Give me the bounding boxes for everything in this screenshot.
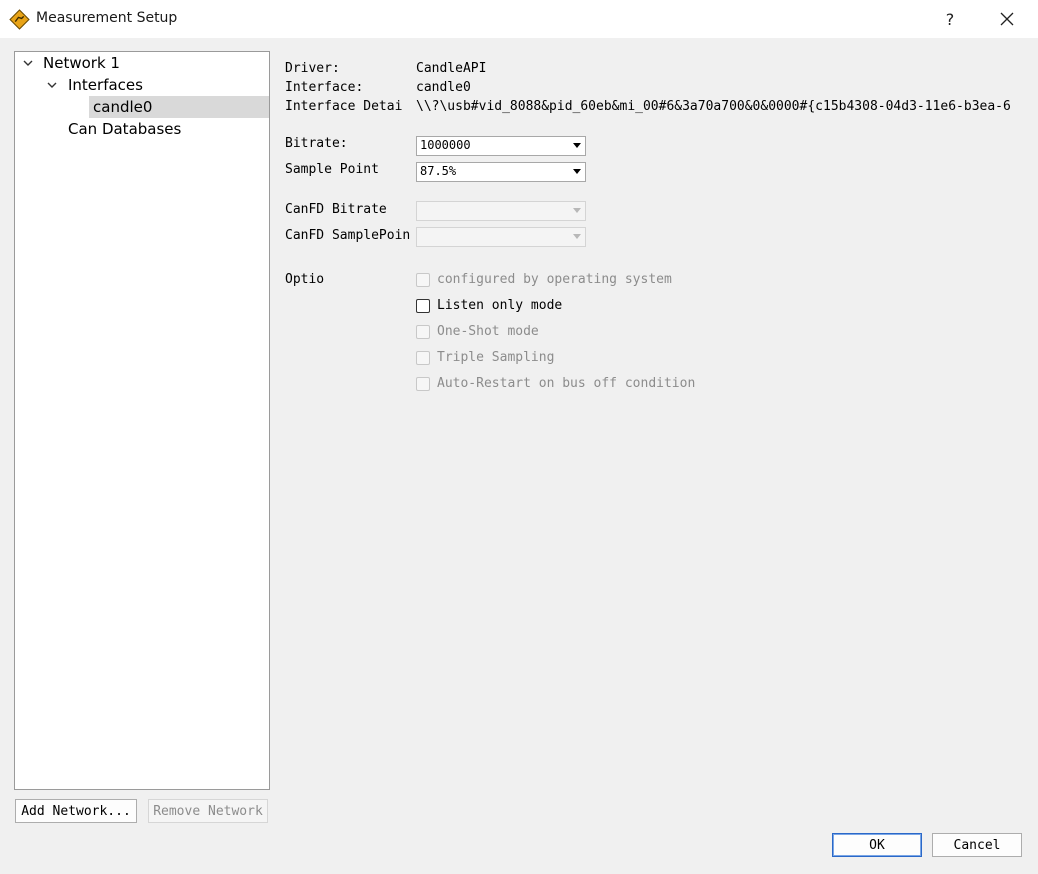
dropdown-arrow-icon (573, 208, 581, 213)
dropdown-arrow-icon (573, 234, 581, 239)
app-icon (9, 9, 30, 30)
checkbox (416, 273, 430, 287)
checkbox (416, 377, 430, 391)
tree-item-interfaces[interactable]: Interfaces (15, 74, 269, 96)
dropdown-arrow-icon (573, 143, 581, 148)
option-label: configured by operating system (437, 272, 672, 287)
option-label[interactable]: Listen only mode (437, 298, 562, 313)
interface-value: candle0 (416, 80, 471, 95)
sample-point-value: 87.5% (420, 164, 457, 178)
ok-button[interactable]: OK (832, 833, 922, 857)
add-network-button[interactable]: Add Network... (15, 799, 137, 823)
checkbox[interactable] (416, 299, 430, 313)
close-icon (1000, 12, 1014, 26)
tree-item-network[interactable]: Network 1 (15, 52, 269, 74)
cancel-button[interactable]: Cancel (932, 833, 1022, 857)
canfd-samplepoint-select (416, 227, 586, 247)
tree-label-candle0: candle0 (93, 98, 153, 116)
options-label: Optio (285, 272, 325, 287)
interface-details-label: Interface Detai (285, 99, 403, 114)
sample-point-select[interactable]: 87.5% (416, 162, 586, 182)
option-label: Triple Sampling (437, 350, 555, 365)
driver-label: Driver: (285, 61, 340, 76)
interface-label: Interface: (285, 80, 364, 95)
window-title: Measurement Setup (36, 10, 178, 26)
tree-item-candle0[interactable]: candle0 (15, 96, 269, 118)
remove-network-button: Remove Network (148, 799, 268, 823)
canfd-samplepoint-label: CanFD SamplePoin (285, 228, 411, 243)
interface-details-value: \\?\usb#vid_8088&pid_60eb&mi_00#6&3a70a7… (416, 99, 1011, 114)
checkbox (416, 325, 430, 339)
bitrate-value: 1000000 (420, 138, 471, 152)
canfd-bitrate-select (416, 201, 586, 221)
help-button[interactable]: ? (930, 4, 970, 34)
tree-label-interfaces: Interfaces (68, 76, 143, 94)
option-label: Auto-Restart on bus off condition (437, 376, 696, 391)
tree-label-databases: Can Databases (68, 120, 182, 138)
tree-item-can-databases[interactable]: Can Databases (15, 118, 269, 140)
bitrate-label: Bitrate: (285, 136, 348, 151)
sample-point-label: Sample Point (285, 162, 379, 177)
driver-value: CandleAPI (416, 61, 487, 76)
bitrate-select[interactable]: 1000000 (416, 136, 586, 156)
network-tree[interactable]: Network 1 Interfaces candle0 Can Databas… (14, 51, 270, 790)
chevron-down-icon[interactable] (22, 57, 34, 69)
dropdown-arrow-icon (573, 169, 581, 174)
tree-label-network: Network 1 (43, 54, 120, 72)
chevron-down-icon[interactable] (46, 79, 58, 91)
option-label: One-Shot mode (437, 324, 539, 339)
checkbox (416, 351, 430, 365)
title-bar: Measurement Setup ? (0, 0, 1038, 38)
canfd-bitrate-label: CanFD Bitrate (285, 202, 387, 217)
close-button[interactable] (985, 4, 1029, 34)
